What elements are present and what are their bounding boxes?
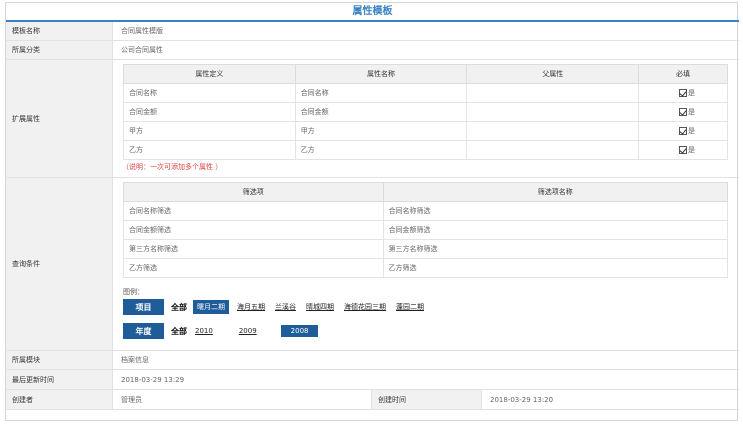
attr-name-cell: 合同金额 [294, 102, 468, 122]
year-filter: 年度 全部 2010 2009 2008 [123, 323, 324, 339]
filter-item-cell: 乙方筛选 [123, 258, 384, 278]
table-row: 甲方 甲方 是 [123, 121, 728, 141]
attr-parent-cell [466, 121, 640, 141]
required-label: 是 [688, 127, 695, 135]
extended-attributes-table: 属性定义 属性名称 父属性 必填 合同名称 合同名称 是 合同金额 合同金额 是… [123, 64, 728, 160]
project-filter: 项目 全部 曙月二期 海月五期 兰溪谷 晴城四期 海德花园三期 蓬园二期 [123, 299, 432, 315]
row-last-updated: 最后更新时间 2018-03-29 13:29 [6, 370, 739, 390]
attr-parent-cell [466, 83, 640, 103]
legend-label: 图例： [123, 288, 144, 296]
row-category: 所属分类 公司合同属性 [6, 41, 739, 60]
year-filter-all[interactable]: 全部 [171, 326, 187, 337]
required-label: 是 [688, 108, 695, 116]
column-header: 属性定义 [123, 64, 296, 84]
column-header: 筛选项名称 [382, 182, 729, 202]
attr-parent-cell [466, 102, 640, 122]
column-header: 必填 [638, 64, 728, 84]
required-cell: 是 [638, 83, 728, 103]
year-option[interactable]: 2009 [237, 326, 259, 336]
updated-label: 最后更新时间 [6, 370, 113, 389]
required-cell: 是 [638, 140, 728, 160]
table-row: 乙方 乙方 是 [123, 140, 728, 160]
required-label: 是 [688, 89, 695, 97]
attr-def-cell: 合同金额 [123, 102, 296, 122]
filter-item-cell: 合同名称筛选 [123, 201, 384, 221]
updated-value: 2018-03-29 13:29 [121, 375, 185, 384]
category-label: 所属分类 [6, 41, 113, 59]
project-option[interactable]: 曙月二期 [193, 300, 229, 314]
attr-name-cell: 甲方 [294, 121, 468, 141]
project-filter-all[interactable]: 全部 [171, 302, 187, 313]
project-option[interactable]: 蓬园二期 [394, 301, 426, 313]
required-checkbox[interactable] [679, 89, 687, 97]
filter-item-cell: 合同金额筛选 [123, 220, 384, 240]
table-row: 第三方名称筛选 第三方名称筛选 [123, 239, 729, 259]
required-cell: 是 [638, 102, 728, 122]
filter-name-cell: 合同金额筛选 [382, 220, 729, 240]
year-filter-head: 年度 [123, 323, 164, 339]
template-panel: 属性模板 模板名称 合同属性模版 所属分类 公司合同属性 扩展属性 属性定义 属… [5, 2, 739, 421]
attr-name-cell: 乙方 [294, 140, 468, 160]
year-option[interactable]: 2010 [193, 326, 215, 336]
module-label: 所属模块 [6, 351, 113, 369]
table-row: 合同金额 合同金额 是 [123, 102, 728, 122]
project-option[interactable]: 晴城四期 [304, 301, 336, 313]
table-header-row: 筛选项 筛选项名称 [123, 182, 729, 202]
attr-def-cell: 甲方 [123, 121, 296, 141]
project-option[interactable]: 海德花园三期 [342, 301, 388, 313]
column-header: 筛选项 [123, 182, 384, 202]
project-filter-head: 项目 [123, 299, 164, 315]
required-label: 是 [688, 146, 695, 154]
page-title: 属性模板 [352, 6, 393, 17]
created-time-value: 2018-03-29 13:20 [490, 395, 554, 404]
column-header: 属性名称 [294, 64, 468, 84]
extended-note: （说明：一次可添加多个属性 ） [122, 163, 223, 171]
filter-name-cell: 第三方名称筛选 [382, 239, 729, 259]
attr-name-cell: 合同名称 [294, 83, 468, 103]
required-checkbox[interactable] [679, 127, 687, 135]
table-row: 合同名称筛选 合同名称筛选 [123, 201, 729, 221]
row-template-name: 模板名称 合同属性模版 [6, 22, 739, 41]
template-name-label: 模板名称 [6, 22, 113, 40]
query-conditions-table: 筛选项 筛选项名称 合同名称筛选 合同名称筛选 合同金额筛选 合同金额筛选 第三… [123, 182, 729, 278]
required-checkbox[interactable] [679, 108, 687, 116]
table-header-row: 属性定义 属性名称 父属性 必填 [123, 64, 728, 84]
creator-value: 管理员 [121, 395, 142, 404]
attr-def-cell: 乙方 [123, 140, 296, 160]
table-row: 乙方筛选 乙方筛选 [123, 258, 729, 278]
template-name-value: 合同属性模版 [121, 27, 163, 35]
filter-name-cell: 合同名称筛选 [382, 201, 729, 221]
required-checkbox[interactable] [679, 146, 687, 154]
table-row: 合同金额筛选 合同金额筛选 [123, 220, 729, 240]
filter-item-cell: 第三方名称筛选 [123, 239, 384, 259]
attr-def-cell: 合同名称 [123, 83, 296, 103]
row-module: 所属模块 档案信息 [6, 351, 739, 370]
project-option[interactable]: 兰溪谷 [273, 301, 298, 313]
project-option[interactable]: 海月五期 [235, 301, 267, 313]
creator-label: 创建者 [6, 390, 113, 409]
query-label: 查询条件 [6, 178, 113, 350]
table-row: 合同名称 合同名称 是 [123, 83, 728, 103]
required-cell: 是 [638, 121, 728, 141]
module-value: 档案信息 [121, 356, 149, 364]
column-header: 父属性 [466, 64, 640, 84]
row-creator: 创建者 管理员 创建时间 2018-03-29 13:20 [6, 390, 739, 410]
filter-name-cell: 乙方筛选 [382, 258, 729, 278]
attr-parent-cell [466, 140, 640, 160]
year-option[interactable]: 2008 [280, 325, 319, 337]
category-value: 公司合同属性 [121, 46, 163, 54]
created-time-label: 创建时间 [371, 390, 482, 409]
extended-label: 扩展属性 [6, 60, 113, 177]
